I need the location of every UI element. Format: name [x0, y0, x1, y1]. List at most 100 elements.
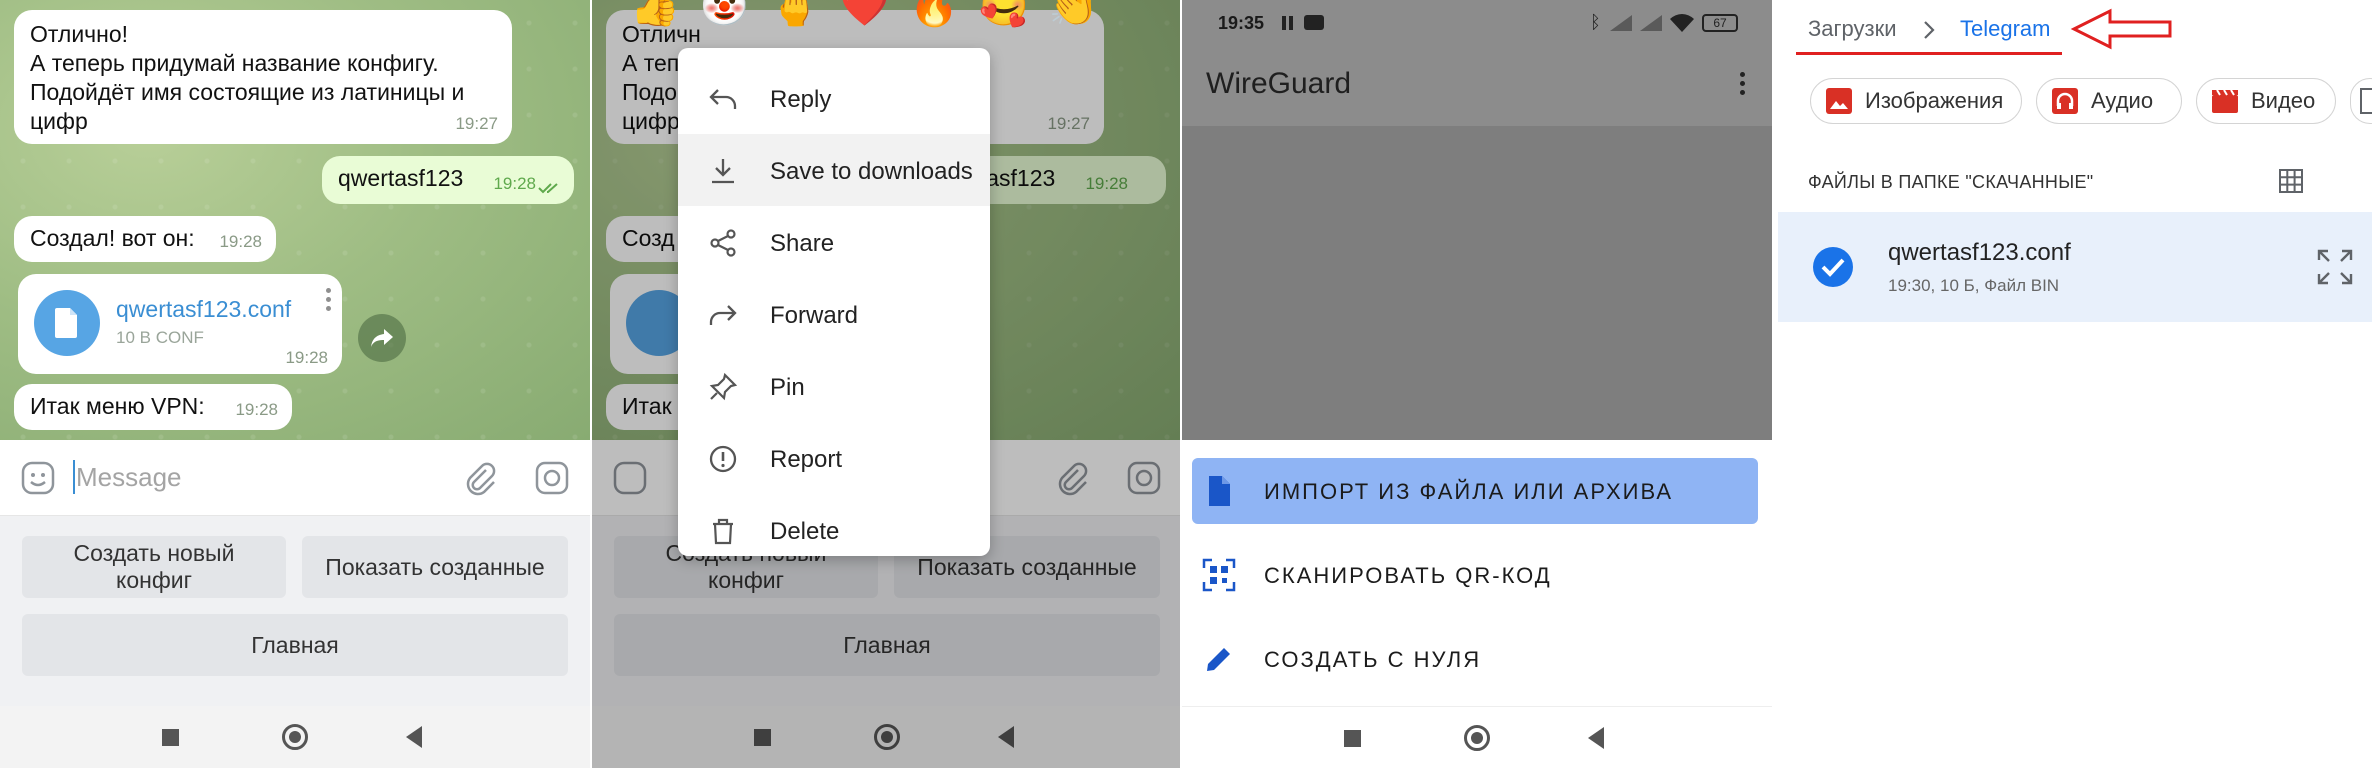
image-icon — [1826, 88, 1852, 114]
reaction-middle-finger[interactable]: 🖕 — [770, 0, 820, 29]
menu-item-label: Save to downloads — [770, 158, 973, 185]
home-icon[interactable] — [1464, 725, 1490, 751]
reaction-thumbs-up[interactable]: 👍 — [630, 0, 680, 29]
check-selected-icon[interactable] — [1812, 246, 1854, 288]
menu-item-label: Forward — [770, 302, 859, 329]
qr-icon — [1202, 558, 1236, 592]
text-caret — [73, 460, 75, 494]
document-icon — [55, 308, 77, 338]
scan-qr-button[interactable]: СКАНИРОВАТЬ QR-КОД — [1192, 542, 1758, 608]
app-title: WireGuard — [1206, 67, 1352, 100]
menu-item-pin[interactable]: Pin — [678, 350, 990, 422]
reaction-bar: 👍 🤡 🖕 ❤️ 🔥 🥰 👏 — [630, 0, 1099, 29]
reaction-fire[interactable]: 🔥 — [909, 0, 959, 29]
menu-item-share[interactable]: Share — [678, 206, 990, 278]
wireguard-panel: 19:35 ᛒ 67 WireGuard ИМПОРТ ИЗ ФАЙЛА ИЛИ… — [1182, 0, 1772, 768]
expand-icon[interactable] — [2316, 248, 2354, 286]
pin-icon — [709, 372, 738, 401]
menu-item-forward[interactable]: Forward — [678, 278, 990, 350]
show-created-button[interactable]: Показать созданные — [302, 536, 568, 598]
grid-view-icon[interactable] — [2278, 168, 2304, 194]
create-config-button[interactable]: Создать новый конфиг — [22, 536, 286, 598]
chip-label: Видео — [2251, 88, 2316, 113]
signal-icon-2 — [1640, 15, 1662, 31]
main-menu-button[interactable]: Главная — [22, 614, 568, 676]
status-time: 19:35 — [1218, 13, 1265, 33]
sticker-emoji-icon[interactable] — [20, 460, 56, 496]
file-name[interactable]: qwertasf123.conf — [116, 296, 291, 323]
status-bar: 19:35 ᛒ 67 — [1182, 0, 1772, 50]
reaction-clown[interactable]: 🤡 — [700, 0, 750, 29]
filter-chip-video[interactable]: Видео — [2196, 78, 2336, 124]
menu-item-label: Reply — [770, 86, 832, 113]
breadcrumb-downloads[interactable]: Загрузки — [1808, 16, 1897, 42]
filter-chip-more[interactable] — [2350, 78, 2372, 124]
message-text: qwertasf123 — [338, 165, 464, 191]
forward-icon — [709, 305, 737, 325]
reaction-smiling-hearts[interactable]: 🥰 — [979, 0, 1029, 29]
file-list-item[interactable]: qwertasf123.conf 19:30, 10 Б, Файл BIN — [1778, 212, 2372, 322]
youtube-icon — [1304, 15, 1324, 30]
menu-item-reply[interactable]: Reply — [678, 62, 990, 134]
message-time: 19:28 — [493, 174, 536, 193]
back-icon[interactable] — [406, 726, 422, 748]
message-text: Итак меню VPN: — [30, 393, 205, 419]
message-time: 19:28 — [285, 348, 328, 367]
back-icon[interactable] — [1588, 727, 1604, 749]
annotation-underline — [1796, 52, 2062, 55]
home-icon[interactable] — [282, 724, 308, 750]
reaction-clap[interactable]: 👏 — [1049, 0, 1099, 29]
option-label: СОЗДАТЬ С НУЛЯ — [1264, 647, 1482, 672]
section-title: ФАЙЛЫ В ПАПКЕ "СКАЧАННЫЕ" — [1808, 172, 2094, 192]
pause-icon — [1282, 16, 1286, 30]
share-icon — [710, 229, 736, 257]
message-bubble-outgoing[interactable]: qwertasf123 19:28 — [322, 156, 574, 204]
menu-item-save-to-downloads[interactable]: Save to downloads — [678, 134, 990, 206]
chevron-right-icon — [1924, 21, 1935, 39]
double-check-icon — [538, 183, 558, 194]
reaction-heart[interactable]: ❤️ — [839, 0, 889, 29]
message-bubble-incoming[interactable]: Отлично! А теперь придумай название конф… — [14, 10, 512, 144]
bluetooth-icon: ᛒ — [1590, 12, 1601, 32]
create-from-scratch-button[interactable]: СОЗДАТЬ С НУЛЯ — [1192, 626, 1758, 692]
file-message[interactable]: qwertasf123.conf 10 B CONF 19:28 — [18, 274, 342, 374]
bot-keyboard: Создать новый конфиг Показать созданные … — [0, 516, 590, 706]
chip-label: Изображения — [1865, 88, 2004, 113]
telegram-chat-panel: Отлично! А теперь придумай название конф… — [0, 0, 590, 768]
breadcrumb-telegram[interactable]: Telegram — [1960, 16, 2050, 42]
camera-icon[interactable] — [534, 460, 570, 496]
recents-icon[interactable] — [1344, 730, 1361, 747]
reply-icon — [709, 89, 737, 109]
report-icon — [709, 445, 737, 473]
menu-item-delete[interactable]: Delete — [678, 494, 990, 556]
files-app-panel: Загрузки Telegram Изображения Аудио Виде… — [1774, 0, 2372, 768]
app-bar: WireGuard — [1182, 50, 1772, 126]
filter-chip-images[interactable]: Изображения — [1810, 78, 2022, 124]
message-time: 19:28 — [219, 232, 262, 251]
attach-icon[interactable] — [462, 460, 498, 496]
recents-icon[interactable] — [162, 729, 179, 746]
message-input[interactable]: Message — [76, 462, 182, 493]
option-label: ИМПОРТ ИЗ ФАЙЛА ИЛИ АРХИВА — [1264, 479, 1674, 504]
pause-icon-bar — [1289, 16, 1293, 30]
android-nav-bar — [0, 706, 590, 768]
file-icon — [1209, 476, 1230, 506]
menu-item-report[interactable]: Report — [678, 422, 990, 494]
message-bubble-incoming[interactable]: Создал! вот он: 19:28 — [14, 216, 276, 262]
more-vertical-icon[interactable] — [1740, 72, 1746, 95]
file-download-button[interactable] — [34, 290, 100, 356]
share-arrow-icon — [371, 329, 393, 347]
more-vertical-icon[interactable] — [326, 288, 332, 312]
message-bubble-incoming[interactable]: Итак меню VPN: 19:28 — [14, 384, 292, 430]
scrim-background[interactable] — [1182, 126, 1772, 440]
message-text: Отлично! А теперь придумай название конф… — [30, 21, 465, 134]
download-icon — [712, 159, 734, 184]
forward-share-button[interactable] — [358, 314, 406, 362]
menu-item-label: Delete — [770, 518, 840, 545]
pencil-icon — [1207, 648, 1230, 671]
import-from-file-button[interactable]: ИМПОРТ ИЗ ФАЙЛА ИЛИ АРХИВА — [1192, 458, 1758, 524]
tag-icon — [2360, 88, 2372, 114]
battery-indicator: 67 — [1702, 14, 1738, 32]
filter-chip-audio[interactable]: Аудио — [2036, 78, 2182, 124]
menu-item-label: Pin — [770, 374, 805, 401]
